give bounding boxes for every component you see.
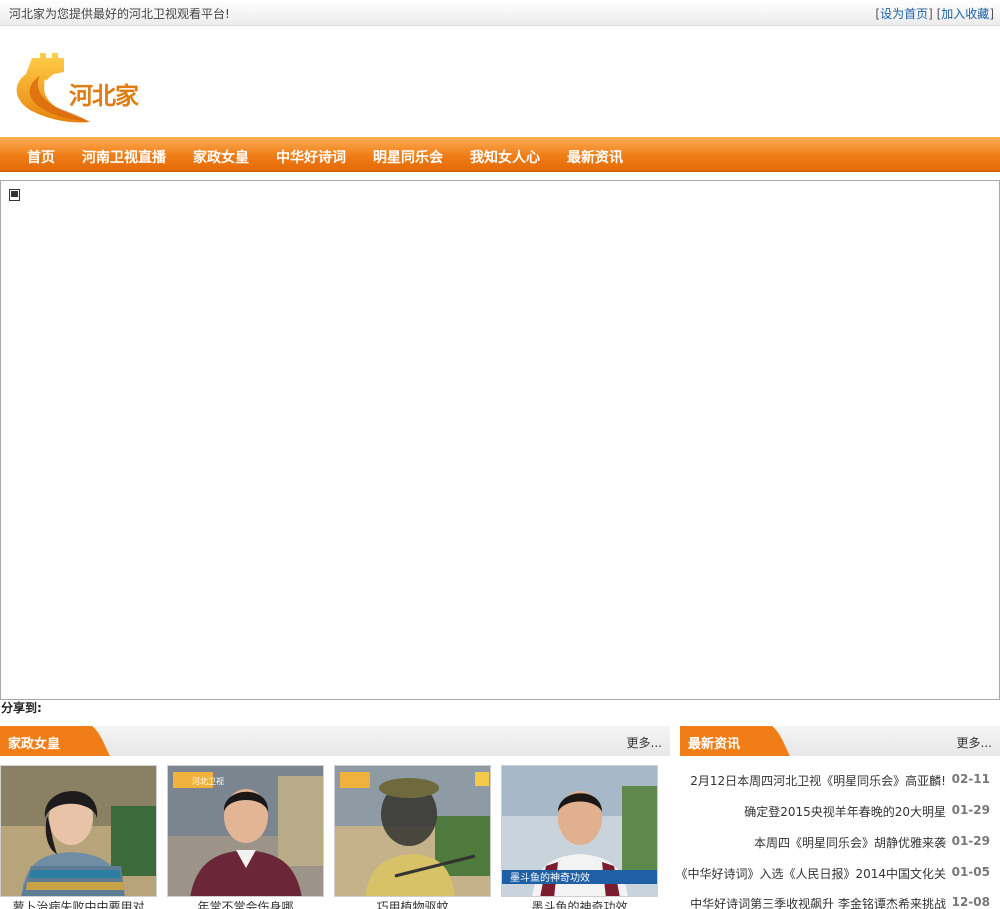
top-links: [设为首页] [加入收藏] [875,5,994,22]
thumbnail-banner-text: 墨斗鱼的神奇功效 [510,871,590,884]
svg-text:河北卫视: 河北卫视 [192,776,224,786]
video-player[interactable] [0,180,1000,700]
nav-item-housekeeping-queen[interactable]: 家政女皇 [193,147,249,167]
bracket-close: ] [989,7,994,21]
thumbnail-caption[interactable]: 年常不常会伤身哪 [167,897,324,909]
thumbnail-caption[interactable]: 萝卜治病失败中中要用对 [0,897,157,909]
nav-item-latest-news[interactable]: 最新资讯 [567,147,623,167]
top-bar: 河北家为您提供最好的河北卫视观看平台! [设为首页] [加入收藏] [0,0,1000,26]
news-date: 01-29 [951,803,990,817]
thumbnail-caption[interactable]: 墨斗鱼的神奇功效 [501,897,658,909]
thumbnail-caption[interactable]: 巧用植物驱蚊 [334,897,491,909]
news-item: 《中华好诗词》入选《人民日报》2014中国文化关 01-05 [675,865,1000,885]
news-title[interactable]: 中华好诗词第三季收视飙升 李金铭谭杰希来挑战 [690,895,946,909]
nav-item-poetry[interactable]: 中华好诗词 [276,147,346,167]
thumbnail-image: 墨斗鱼的神奇功效 [502,766,657,896]
video-thumbnail[interactable] [0,765,157,897]
main-nav: 首页 河南卫视直播 家政女皇 中华好诗词 明星同乐会 我知女人心 最新资讯 [0,137,1000,172]
news-item: 本周四《明星同乐会》胡静优雅来袭 01-29 [680,834,1000,854]
more-link-news[interactable]: 更多... [957,734,992,751]
news-title[interactable]: 《中华好诗词》入选《人民日报》2014中国文化关 [675,865,946,882]
video-thumbnail[interactable] [334,765,491,897]
news-item: 2月12日本周四河北卫视《明星同乐会》高亚麟! 02-11 [680,772,1000,792]
set-home-link[interactable]: 设为首页 [880,7,928,21]
news-title[interactable]: 2月12日本周四河北卫视《明星同乐会》高亚麟! [690,772,946,789]
thumbnail-image [335,766,490,896]
plugin-placeholder-icon [9,189,20,201]
site-slogan: 河北家为您提供最好的河北卫视观看平台! [9,7,230,21]
news-title[interactable]: 确定登2015央视羊年春晚的20大明星 [744,803,946,820]
nav-item-women-heart[interactable]: 我知女人心 [470,147,540,167]
news-date: 01-05 [951,865,990,879]
section-title-news: 最新资讯 [688,737,741,752]
news-item: 中华好诗词第三季收视飙升 李金铭谭杰希来挑战 12-08 [680,895,1000,909]
section-header-housekeeping: 家政女皇 更多... [0,726,670,756]
thumbnail-image [1,766,156,896]
news-date: 02-11 [951,772,990,786]
section-header-news: 最新资讯 更多... [680,726,1000,756]
nav-item-home[interactable]: 首页 [27,147,55,167]
add-favorite-link[interactable]: 加入收藏 [941,7,989,21]
section-title-housekeeping: 家政女皇 [8,737,61,752]
nav-item-henan-live[interactable]: 河南卫视直播 [82,147,166,167]
logo-text: 河北家 [69,81,139,110]
news-item: 确定登2015央视羊年春晚的20大明星 01-29 [680,803,1000,823]
share-label: 分享到: [1,701,42,715]
news-date: 12-08 [951,895,990,909]
video-thumbnail[interactable]: 河北卫视 [167,765,324,897]
more-link-housekeeping[interactable]: 更多... [627,734,662,751]
bracket-mid: ] [ [928,7,942,21]
news-date: 01-29 [951,834,990,848]
news-title[interactable]: 本周四《明星同乐会》胡静优雅来袭 [754,834,946,851]
thumbnail-image: 河北卫视 [168,766,323,896]
nav-item-star-party[interactable]: 明星同乐会 [373,147,443,167]
video-thumbnail[interactable]: 墨斗鱼的神奇功效 [501,765,658,897]
